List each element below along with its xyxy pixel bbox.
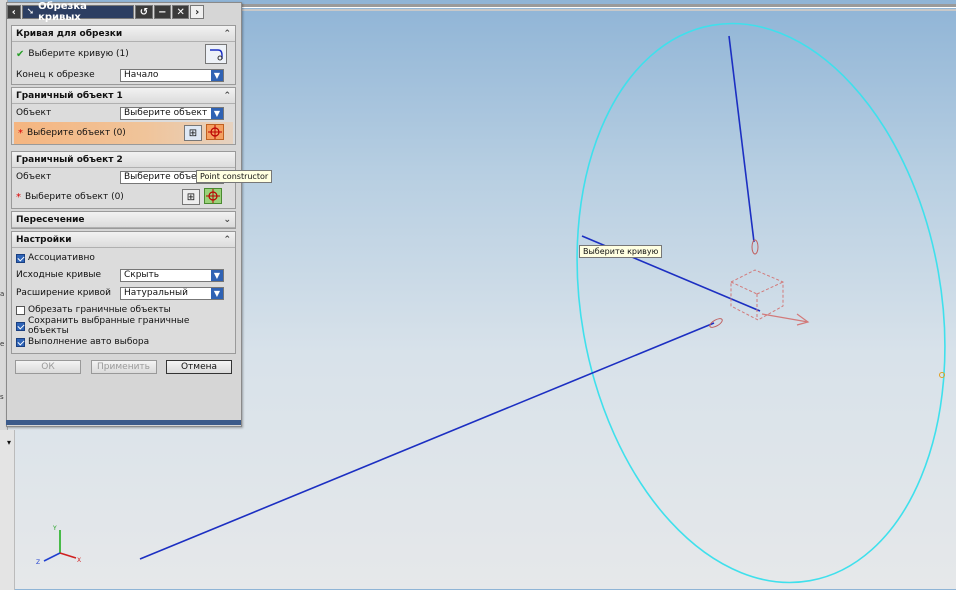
required-star-icon: * <box>16 191 21 203</box>
group-title: Граничный объект 2 <box>16 154 123 165</box>
dialog-titlebar[interactable]: ‹ ➘ Обрезка кривых ↺ − ✕ › <box>7 1 205 23</box>
resource-tab-s[interactable]: s <box>0 393 4 401</box>
keep-boundary-checkbox-row[interactable]: Сохранить выбранные граничные объекты <box>12 316 235 336</box>
object-label: Объект <box>16 108 52 118</box>
trim-boundary-label: Обрезать граничные объекты <box>28 305 171 315</box>
wcs-cube-icon <box>730 269 784 321</box>
boundary2-select-row[interactable]: * Выберите объект (0) ⊞ <box>12 186 235 208</box>
dropdown-arrow-icon[interactable]: ▼ <box>211 107 223 119</box>
triad-x-label: X <box>77 557 81 564</box>
auto-select-label: Выполнение авто выбора <box>28 337 150 347</box>
associative-label: Ассоциативно <box>28 253 95 263</box>
group-title: Граничный объект 1 <box>16 90 123 101</box>
object-value: Выберите объект <box>124 172 208 182</box>
required-star-icon: * <box>18 127 23 139</box>
coordinate-triad <box>43 530 77 562</box>
point-constructor-icon[interactable] <box>206 124 224 140</box>
chevron-left-icon[interactable]: ‹ <box>7 5 21 19</box>
end-to-trim-label: Конец к обрезке <box>16 70 95 80</box>
dropdown-arrow-icon[interactable]: ▼ <box>211 269 223 281</box>
group-title: Настройки <box>16 234 72 245</box>
group-header-intersection[interactable]: Пересечение ⌄ <box>12 212 235 228</box>
endpoint-marker <box>709 318 723 328</box>
associative-checkbox[interactable] <box>16 253 25 263</box>
select-curve-label: Выберите кривую (1) <box>28 49 129 59</box>
curve-extension-value: Натуральный <box>124 288 188 298</box>
source-curves-select[interactable]: Скрыть ▼ <box>120 268 224 282</box>
point-constructor-tooltip: Point constructor <box>196 170 273 183</box>
triad-y-label: Y <box>52 525 57 532</box>
select-object-label: Выберите объект (0) <box>27 128 126 138</box>
object-label: Объект <box>16 172 52 182</box>
group-curve-to-trim: Кривая для обрезки ⌃ ✔ Выберите кривую (… <box>11 25 236 85</box>
endpoint-marker <box>751 239 759 255</box>
curve-extension-select[interactable]: Натуральный ▼ <box>120 286 224 300</box>
dialog-buttons: ОК Применить Отмена <box>11 356 236 374</box>
source-curves-value: Скрыть <box>124 270 160 280</box>
dropdown-arrow-icon[interactable]: ▼ <box>211 287 223 299</box>
inferred-point-icon[interactable]: ⊞ <box>184 125 202 141</box>
select-object-label: Выберите объект (0) <box>25 192 124 202</box>
chevron-up-icon[interactable]: ⌃ <box>223 91 231 101</box>
curve-select-icon[interactable] <box>205 44 227 64</box>
keep-boundary-label: Сохранить выбранные граничные объекты <box>27 316 190 336</box>
boundary1-select-row[interactable]: * Выберите объект (0) ⊞ <box>14 122 233 144</box>
apply-button[interactable]: Применить <box>90 360 157 374</box>
inferred-point-icon[interactable]: ⊞ <box>182 189 200 205</box>
dropdown-arrow-icon[interactable]: ▼ <box>211 69 223 81</box>
circle-curve[interactable] <box>535 0 956 589</box>
group-header-curve[interactable]: Кривая для обрезки ⌃ <box>12 26 235 42</box>
select-curve-tooltip: Выберите кривую <box>579 245 663 258</box>
ok-button[interactable]: ОК <box>15 360 81 374</box>
side-panel-edge: ▾ <box>0 430 15 590</box>
curve-extension-label: Расширение кривой <box>16 288 112 298</box>
curve-icon: ➘ <box>26 7 35 17</box>
cancel-button[interactable]: Отмена <box>166 360 232 374</box>
end-to-trim-select[interactable]: Начало ▼ <box>120 68 224 82</box>
resource-tab-a[interactable]: а <box>0 290 4 298</box>
chevron-right-icon[interactable]: › <box>190 5 204 19</box>
triad-z-label: Z <box>36 559 40 566</box>
dialog-title[interactable]: ➘ Обрезка кривых <box>21 1 135 23</box>
point-constructor-icon[interactable] <box>204 188 222 204</box>
auto-select-checkbox-row[interactable]: Выполнение авто выбора <box>12 334 235 350</box>
group-header-boundary1[interactable]: Граничный объект 1 ⌃ <box>12 88 235 104</box>
chevron-up-icon[interactable]: ⌃ <box>223 29 231 39</box>
curve-extension-row: Расширение кривой Натуральный ▼ <box>12 284 235 302</box>
dialog-bottom-bar <box>6 420 241 425</box>
object-value: Выберите объект <box>124 108 208 118</box>
checkmark-icon: ✔ <box>16 48 25 60</box>
group-title: Пересечение <box>16 214 85 225</box>
group-header-settings[interactable]: Настройки ⌃ <box>12 232 235 248</box>
source-curves-label: Исходные кривые <box>16 270 102 280</box>
keep-boundary-checkbox[interactable] <box>16 321 25 331</box>
trim-boundary-checkbox[interactable] <box>16 305 25 315</box>
source-curves-row: Исходные кривые Скрыть ▼ <box>12 266 235 284</box>
chevron-up-icon[interactable]: ⌃ <box>223 235 231 245</box>
group-boundary-1: Граничный объект 1 ⌃ Объект Выберите объ… <box>11 87 236 145</box>
top-rule <box>205 4 956 8</box>
line-curve-top[interactable] <box>728 35 755 243</box>
group-header-boundary2[interactable]: Граничный объект 2 <box>12 152 235 168</box>
boundary1-object-select[interactable]: Выберите объект ▼ <box>120 106 224 120</box>
dropdown-arrow-icon[interactable]: ▾ <box>7 438 11 447</box>
select-curve-row[interactable]: ✔ Выберите кривую (1) <box>12 42 235 66</box>
reset-icon[interactable]: ↺ <box>135 5 153 19</box>
minimize-icon[interactable]: − <box>153 5 172 19</box>
resource-tab-e[interactable]: е <box>0 340 4 348</box>
group-intersection: Пересечение ⌄ <box>11 211 236 229</box>
group-settings: Настройки ⌃ Ассоциативно Исходные кривые… <box>11 231 236 354</box>
trim-curve-dialog: ‹ ➘ Обрезка кривых ↺ − ✕ › Кривая для об… <box>6 1 242 427</box>
end-to-trim-value: Начало <box>124 70 159 80</box>
auto-select-checkbox[interactable] <box>16 337 25 347</box>
associative-checkbox-row[interactable]: Ассоциативно <box>12 250 235 266</box>
boundary1-object-row: Объект Выберите объект ▼ <box>12 104 235 122</box>
top-rule-shadow <box>205 9 956 11</box>
axis-arrow-icon <box>761 313 810 326</box>
dialog-title-text: Обрезка кривых <box>38 1 87 23</box>
chevron-down-icon[interactable]: ⌄ <box>223 215 231 225</box>
group-title: Кривая для обрезки <box>16 28 123 39</box>
close-icon[interactable]: ✕ <box>172 5 190 19</box>
end-to-trim-row: Конец к обрезке Начало ▼ <box>12 66 235 84</box>
